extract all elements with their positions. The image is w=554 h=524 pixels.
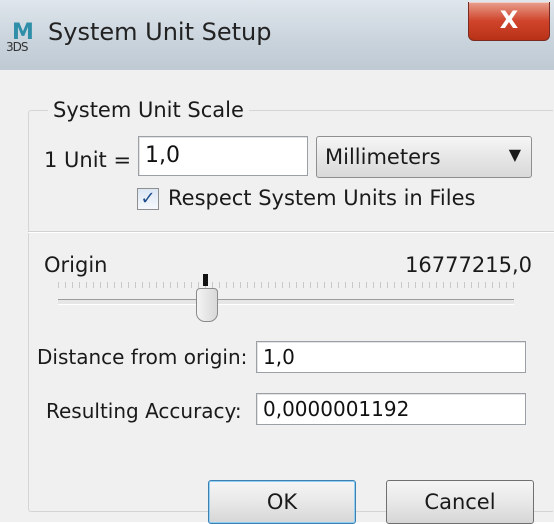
app-icon-sub: 3DS	[6, 40, 28, 54]
origin-slider-track[interactable]	[58, 299, 514, 305]
chevron-down-icon: ▼	[508, 145, 521, 164]
title-bar: M 3DS System Unit Setup X	[0, 0, 554, 70]
origin-slider-thumb[interactable]	[196, 288, 218, 322]
accuracy-label: Resulting Accuracy:	[46, 399, 242, 423]
distance-label: Distance from origin:	[37, 345, 248, 369]
unit-type-dropdown[interactable]: Millimeters ▼	[316, 136, 532, 178]
app-icon: M 3DS	[6, 20, 36, 54]
group-label: System Unit Scale	[48, 98, 249, 122]
distance-input[interactable]: 1,0	[256, 341, 526, 373]
unit-type-value: Millimeters	[325, 145, 441, 169]
window-title: System Unit Setup	[48, 18, 272, 46]
origin-value: 16777215,0	[405, 253, 532, 277]
divider	[28, 231, 554, 233]
accuracy-field: 0,0000001192	[256, 393, 526, 425]
slider-ticks	[58, 282, 514, 288]
cancel-button[interactable]: Cancel	[386, 480, 534, 524]
unit-scale-input[interactable]: 1,0	[138, 136, 308, 176]
respect-units-checkbox[interactable]: ✓	[137, 188, 159, 210]
close-button[interactable]: X	[468, 2, 550, 41]
ok-button[interactable]: OK	[208, 480, 356, 524]
unit-label: 1 Unit =	[44, 148, 132, 172]
checkmark-icon: ✓	[140, 188, 156, 209]
origin-label: Origin	[44, 253, 108, 277]
dialog-body: System Unit Scale 1 Unit = 1,0 Millimete…	[0, 70, 554, 524]
slider-marker-icon	[203, 274, 208, 286]
respect-units-label[interactable]: Respect System Units in Files	[168, 186, 475, 210]
close-icon: X	[499, 6, 519, 34]
